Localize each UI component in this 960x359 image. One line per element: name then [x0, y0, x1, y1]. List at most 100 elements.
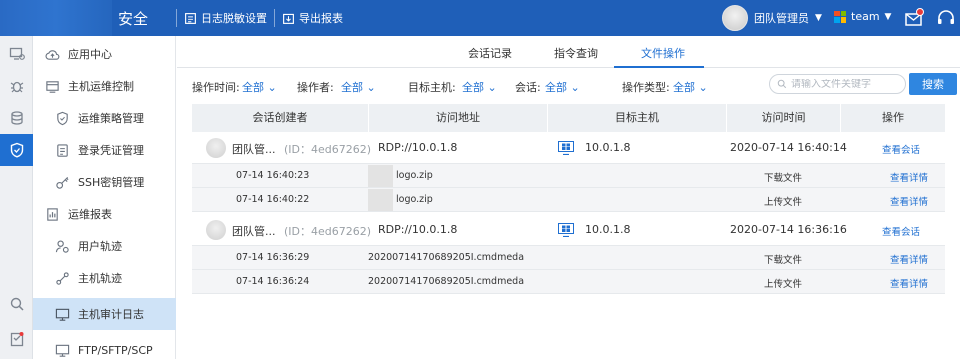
- view-details-link[interactable]: 查看详情: [890, 276, 928, 290]
- monitor-icon: [55, 308, 70, 321]
- bug-icon: [10, 81, 23, 93]
- view-details-link[interactable]: 查看详情: [890, 170, 928, 184]
- sidebar-item-host-track[interactable]: 主机轨迹: [33, 262, 176, 294]
- file-op-row: 07-14 16:36:24 20200714170689205I.cmdmed…: [192, 270, 945, 294]
- rail-item-remote[interactable]: [0, 38, 33, 70]
- rail-item-database[interactable]: [0, 102, 33, 134]
- sidebar-item-label: 应用中心: [68, 48, 112, 61]
- key-icon: [56, 176, 69, 189]
- rail-item-search[interactable]: [0, 288, 33, 320]
- search-input[interactable]: [791, 78, 901, 90]
- top-bar: 安全 日志脱敏设置 导出报表 团队管理员 ▼ team ▼: [0, 0, 960, 36]
- file-name: 20200714170689205I.cmdmeda: [368, 276, 525, 287]
- headset-icon: [938, 10, 954, 24]
- sidebar-item-ssh-keys[interactable]: SSH密钥管理: [33, 166, 176, 198]
- chevron-down-icon: ⌄: [570, 81, 580, 94]
- icon-rail: [0, 36, 33, 359]
- file-op-type: 上传文件: [764, 279, 803, 290]
- team-logo-icon: [834, 10, 846, 23]
- search-button[interactable]: 搜索: [909, 73, 957, 95]
- sidebar-item-ops-reports[interactable]: 运维报表: [33, 198, 176, 230]
- search-icon: [10, 297, 24, 311]
- rail-item-tasks[interactable]: [0, 323, 33, 355]
- column-header-creator: 会话创建者: [192, 104, 369, 132]
- filter-value: 全部: [545, 81, 567, 94]
- file-op-time: 07-14 16:40:23: [236, 170, 310, 181]
- sidebar-item-app-center[interactable]: 应用中心: [33, 38, 176, 70]
- user-name: 团队管理员: [754, 12, 809, 25]
- brand-logo-redacted: [0, 0, 112, 36]
- sidebar-item-label: 用户轨迹: [78, 240, 122, 253]
- monitor-link-icon: [9, 47, 25, 60]
- avatar: [722, 5, 748, 31]
- brand[interactable]: 安全: [0, 0, 176, 36]
- sidebar-item-label: FTP/SFTP/SCP: [78, 343, 153, 357]
- user-track-icon: [55, 240, 69, 253]
- filter-op-time-select[interactable]: 全部 ⌄: [242, 79, 277, 95]
- file-op-row: 07-14 16:40:22 logo.zip 上传文件 查看详情: [192, 188, 945, 212]
- rail-item-security-scan[interactable]: [0, 70, 33, 102]
- session-host: 10.0.1.8: [585, 141, 631, 154]
- host-track-icon: [56, 271, 69, 285]
- sidebar-item-host-ops[interactable]: 主机运维控制: [33, 70, 176, 102]
- filter-op-type-label: 操作类型:: [622, 81, 670, 94]
- session-address: RDP://10.0.1.8: [378, 223, 458, 236]
- sidebar-item-ops-policy[interactable]: 运维策略管理: [33, 102, 176, 134]
- view-session-link[interactable]: 查看会话: [882, 142, 920, 156]
- filter-session-select[interactable]: 全部 ⌄: [545, 79, 580, 95]
- team-switcher[interactable]: team ▼: [834, 10, 891, 23]
- export-report-button[interactable]: 导出报表: [282, 10, 343, 26]
- file-op-time: 07-14 16:40:22: [236, 194, 310, 205]
- sidebar-item-credentials[interactable]: 登录凭证管理: [33, 134, 176, 166]
- sidebar-item-label: 主机轨迹: [78, 272, 122, 285]
- file-name: logo.zip: [396, 170, 433, 181]
- user-menu[interactable]: 团队管理员 ▼: [722, 5, 822, 31]
- sidebar-item-label: 运维报表: [68, 208, 112, 221]
- filter-value: 全部: [462, 81, 484, 94]
- support-button[interactable]: [936, 8, 956, 28]
- host-icon: [46, 80, 59, 93]
- tab-command-query[interactable]: 指令查询: [554, 45, 598, 61]
- filter-operator-select[interactable]: 全部 ⌄: [341, 79, 376, 95]
- filter-target-host-select[interactable]: 全部 ⌄: [462, 79, 497, 95]
- sidebar-menu: 应用中心 主机运维控制 运维策略管理 登录凭证管理 SSH密钥管理 运维报表 用…: [33, 36, 176, 359]
- view-details-link[interactable]: 查看详情: [890, 252, 928, 266]
- sidebar-item-host-audit-log[interactable]: 主机审计日志: [33, 298, 176, 330]
- avatar: [206, 220, 226, 240]
- windows-host-icon: [558, 141, 574, 155]
- filter-session-label: 会话:: [515, 81, 541, 94]
- rail-item-bastion[interactable]: [0, 134, 33, 166]
- settings-doc-icon: [185, 12, 196, 24]
- view-details-link[interactable]: 查看详情: [890, 194, 928, 208]
- avatar: [206, 138, 226, 158]
- sidebar-item-user-track[interactable]: 用户轨迹: [33, 230, 176, 262]
- file-op-time: 07-14 16:36:29: [236, 252, 310, 263]
- column-header-target-host: 目标主机: [548, 104, 727, 132]
- file-op-row: 07-14 16:36:29 20200714170689205I.cmdmed…: [192, 246, 945, 270]
- session-time: 2020-07-14 16:36:16: [730, 223, 847, 236]
- tab-file-operations[interactable]: 文件操作: [641, 45, 685, 61]
- file-thumbnail-redacted: [368, 189, 393, 211]
- brand-title: 安全: [118, 10, 149, 28]
- session-id: (ID：4ed67262): [284, 143, 372, 156]
- chevron-down-icon: ⌄: [698, 81, 708, 94]
- column-header-action: 操作: [882, 111, 904, 124]
- windows-host-icon: [558, 223, 574, 237]
- log-desensitize-label: 日志脱敏设置: [201, 12, 267, 25]
- shield-outline-icon: [57, 111, 68, 125]
- filter-op-type-select[interactable]: 全部 ⌄: [673, 79, 708, 95]
- session-row: 团队管... (ID：4ed67262) RDP://10.0.1.8 10.0…: [192, 132, 945, 164]
- file-op-type: 上传文件: [764, 197, 803, 208]
- main-content: 会话记录 指令查询 文件操作 操作时间: 全部 ⌄ 操作者: 全部 ⌄ 目标主机…: [177, 36, 960, 359]
- sidebar-item-ftp[interactable]: FTP/SFTP/SCP: [33, 334, 176, 359]
- session-creator: 团队管...: [232, 225, 276, 238]
- file-op-time: 07-14 16:36:24: [236, 276, 310, 287]
- tab-session-records[interactable]: 会话记录: [468, 45, 512, 61]
- search-icon: [777, 79, 787, 89]
- log-desensitize-button[interactable]: 日志脱敏设置: [184, 10, 267, 26]
- ftp-icon: [55, 344, 70, 357]
- filter-bar: 操作时间: 全部 ⌄ 操作者: 全部 ⌄ 目标主机: 全部 ⌄ 会话: 全部 ⌄…: [177, 72, 960, 100]
- session-row: 团队管... (ID：4ed67262) RDP://10.0.1.8 10.0…: [192, 214, 945, 246]
- view-session-link[interactable]: 查看会话: [882, 224, 920, 238]
- notification-button[interactable]: [904, 8, 924, 28]
